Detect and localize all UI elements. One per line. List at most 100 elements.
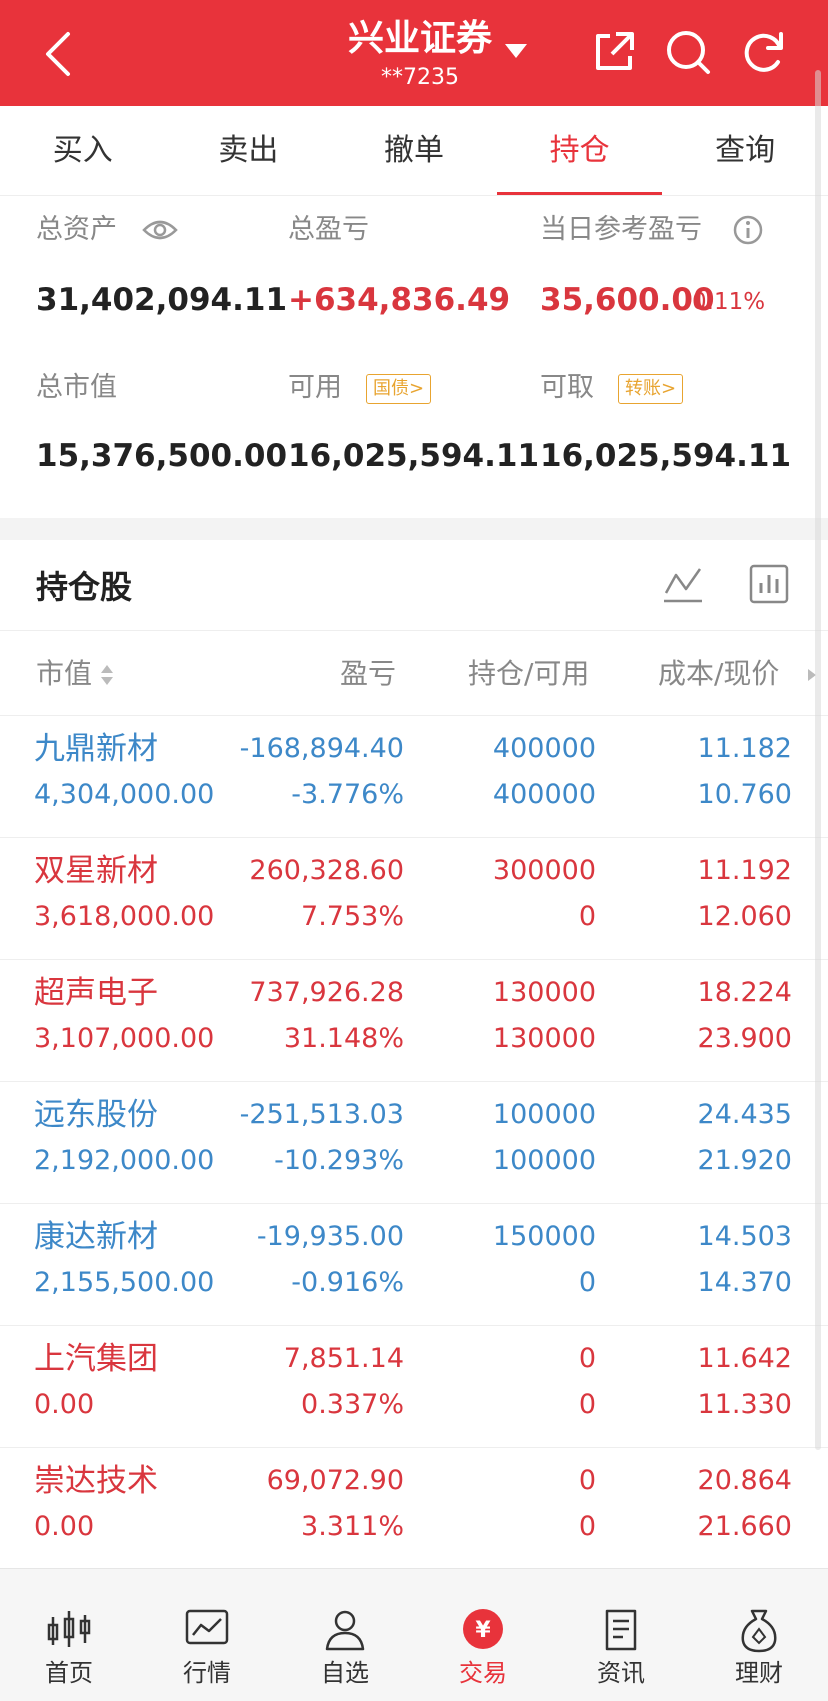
sort-icon[interactable] bbox=[100, 663, 114, 687]
nav-label: 自选 bbox=[321, 1659, 369, 1687]
column-pl: 盈亏 bbox=[340, 657, 397, 690]
stock-available: 0 bbox=[578, 1389, 596, 1420]
table-row[interactable]: 远东股份 2,192,000.00 -251,513.03 -10.293% 1… bbox=[0, 1082, 828, 1204]
stock-position: 400000 bbox=[492, 733, 596, 764]
bar-chart-icon[interactable] bbox=[748, 563, 790, 605]
available-label: 可用 bbox=[288, 372, 342, 403]
nav-watchlist[interactable]: 自选 bbox=[276, 1569, 414, 1701]
nav-label: 行情 bbox=[183, 1659, 231, 1687]
broker-title[interactable]: 兴业证券 **7235 bbox=[300, 14, 540, 94]
daily-pl-label: 当日参考盈亏 bbox=[540, 214, 702, 245]
stock-price: 14.370 bbox=[697, 1267, 792, 1298]
stock-position: 300000 bbox=[492, 855, 596, 886]
refresh-icon[interactable] bbox=[738, 26, 790, 78]
transfer-button[interactable]: 转账> bbox=[618, 374, 684, 404]
user-icon bbox=[325, 1610, 365, 1651]
stock-cost: 11.192 bbox=[697, 855, 792, 886]
stock-position: 0 bbox=[578, 1343, 596, 1374]
chevron-down-icon[interactable] bbox=[505, 44, 527, 58]
nav-trade[interactable]: ¥ 交易 bbox=[414, 1569, 552, 1701]
nav-label: 理财 bbox=[735, 1659, 783, 1687]
tab-query[interactable]: 查询 bbox=[662, 106, 828, 195]
money-bag-icon bbox=[741, 1609, 777, 1653]
chart-icon bbox=[185, 1609, 229, 1645]
column-market-value[interactable]: 市值 bbox=[36, 631, 92, 717]
stock-pl: -168,894.40 bbox=[239, 733, 404, 764]
nav-news[interactable]: 资讯 bbox=[552, 1569, 690, 1701]
available-value: 16,025,594.11 bbox=[288, 438, 540, 474]
stock-position: 100000 bbox=[492, 1099, 596, 1130]
total-pl-value: +634,836.49 bbox=[288, 282, 511, 318]
stock-position: 0 bbox=[578, 1465, 596, 1496]
stock-available: 130000 bbox=[492, 1023, 596, 1054]
table-row[interactable]: 九鼎新材 4,304,000.00 -168,894.40 -3.776% 40… bbox=[0, 716, 828, 838]
stock-market-value: 0.00 bbox=[34, 1389, 95, 1420]
yuan-icon: ¥ bbox=[463, 1609, 503, 1649]
market-value-label: 总市值 bbox=[36, 372, 117, 403]
bottom-nav: 首页 行情 自选 ¥ 交易 资讯 理财 bbox=[0, 1568, 828, 1701]
market-value-value: 15,376,500.00 bbox=[36, 438, 288, 474]
stock-cost: 11.642 bbox=[697, 1343, 792, 1374]
nav-wealth[interactable]: 理财 bbox=[690, 1569, 828, 1701]
stock-market-value: 2,192,000.00 bbox=[34, 1145, 215, 1176]
stock-pl-percent: 3.311% bbox=[301, 1511, 404, 1542]
holdings-table-header: 市值 盈亏 持仓/可用 成本/现价 bbox=[0, 630, 828, 716]
line-chart-icon[interactable] bbox=[662, 563, 704, 605]
stock-name: 九鼎新材 bbox=[34, 731, 158, 767]
stock-pl: -19,935.00 bbox=[256, 1221, 404, 1252]
stock-price: 11.330 bbox=[697, 1389, 792, 1420]
stock-name: 康达新材 bbox=[34, 1219, 158, 1255]
column-cost-price: 成本/现价 bbox=[658, 657, 780, 690]
stock-name: 超声电子 bbox=[34, 975, 158, 1011]
stock-price: 23.900 bbox=[697, 1023, 792, 1054]
stock-price: 21.920 bbox=[697, 1145, 792, 1176]
stock-cost: 18.224 bbox=[697, 977, 792, 1008]
stock-pl-percent: -3.776% bbox=[291, 779, 404, 810]
info-icon[interactable] bbox=[732, 214, 764, 246]
share-icon[interactable] bbox=[588, 26, 640, 78]
stock-name: 双星新材 bbox=[34, 853, 158, 889]
stock-available: 0 bbox=[578, 1511, 596, 1542]
account-summary: 总资产 总盈亏 当日参考盈亏 31,402,094.11 +634,836.49… bbox=[0, 196, 828, 518]
column-position: 持仓/可用 bbox=[468, 657, 590, 690]
stock-market-value: 3,618,000.00 bbox=[34, 901, 215, 932]
stock-price: 12.060 bbox=[697, 901, 792, 932]
treasury-bond-button[interactable]: 国债> bbox=[366, 374, 432, 404]
table-row[interactable]: 康达新材 2,155,500.00 -19,935.00 -0.916% 150… bbox=[0, 1204, 828, 1326]
stock-market-value: 2,155,500.00 bbox=[34, 1267, 215, 1298]
nav-market[interactable]: 行情 bbox=[138, 1569, 276, 1701]
nav-home[interactable]: 首页 bbox=[0, 1569, 138, 1701]
stock-available: 400000 bbox=[492, 779, 596, 810]
account-number: **7235 bbox=[381, 65, 459, 90]
stock-cost: 11.182 bbox=[697, 733, 792, 764]
table-row[interactable]: 上汽集团 0.00 7,851.14 0.337% 0 0 11.642 11.… bbox=[0, 1326, 828, 1448]
stock-price: 21.660 bbox=[697, 1511, 792, 1542]
total-assets-label: 总资产 bbox=[36, 214, 117, 245]
back-icon[interactable] bbox=[38, 30, 78, 78]
table-row[interactable]: 崇达技术 0.00 69,072.90 3.311% 0 0 20.864 21… bbox=[0, 1448, 828, 1570]
stock-cost: 20.864 bbox=[697, 1465, 792, 1496]
table-row[interactable]: 双星新材 3,618,000.00 260,328.60 7.753% 3000… bbox=[0, 838, 828, 960]
total-assets-value: 31,402,094.11 bbox=[36, 282, 288, 318]
stock-position: 150000 bbox=[492, 1221, 596, 1252]
stock-price: 10.760 bbox=[697, 779, 792, 810]
page-title: 兴业证券 bbox=[347, 18, 492, 59]
holdings-title: 持仓股 bbox=[36, 568, 133, 606]
stock-name: 远东股份 bbox=[34, 1097, 158, 1133]
tab-sell[interactable]: 卖出 bbox=[166, 106, 332, 195]
search-icon[interactable] bbox=[662, 26, 714, 78]
app-header: 兴业证券 **7235 bbox=[0, 0, 828, 106]
table-row[interactable]: 超声电子 3,107,000.00 737,926.28 31.148% 130… bbox=[0, 960, 828, 1082]
stock-pl-percent: -0.916% bbox=[291, 1267, 404, 1298]
tab-holdings[interactable]: 持仓 bbox=[496, 106, 663, 195]
stock-market-value: 3,107,000.00 bbox=[34, 1023, 215, 1054]
eye-icon[interactable] bbox=[142, 218, 178, 242]
section-divider bbox=[0, 518, 828, 540]
scrollbar[interactable] bbox=[815, 70, 821, 1450]
stock-pl: -251,513.03 bbox=[239, 1099, 404, 1130]
tab-cancel[interactable]: 撤单 bbox=[331, 106, 497, 195]
stock-cost: 24.435 bbox=[697, 1099, 792, 1130]
withdrawable-value: 16,025,594.11 bbox=[540, 438, 792, 474]
stock-pl-percent: 0.337% bbox=[301, 1389, 404, 1420]
tab-buy[interactable]: 买入 bbox=[0, 106, 166, 195]
